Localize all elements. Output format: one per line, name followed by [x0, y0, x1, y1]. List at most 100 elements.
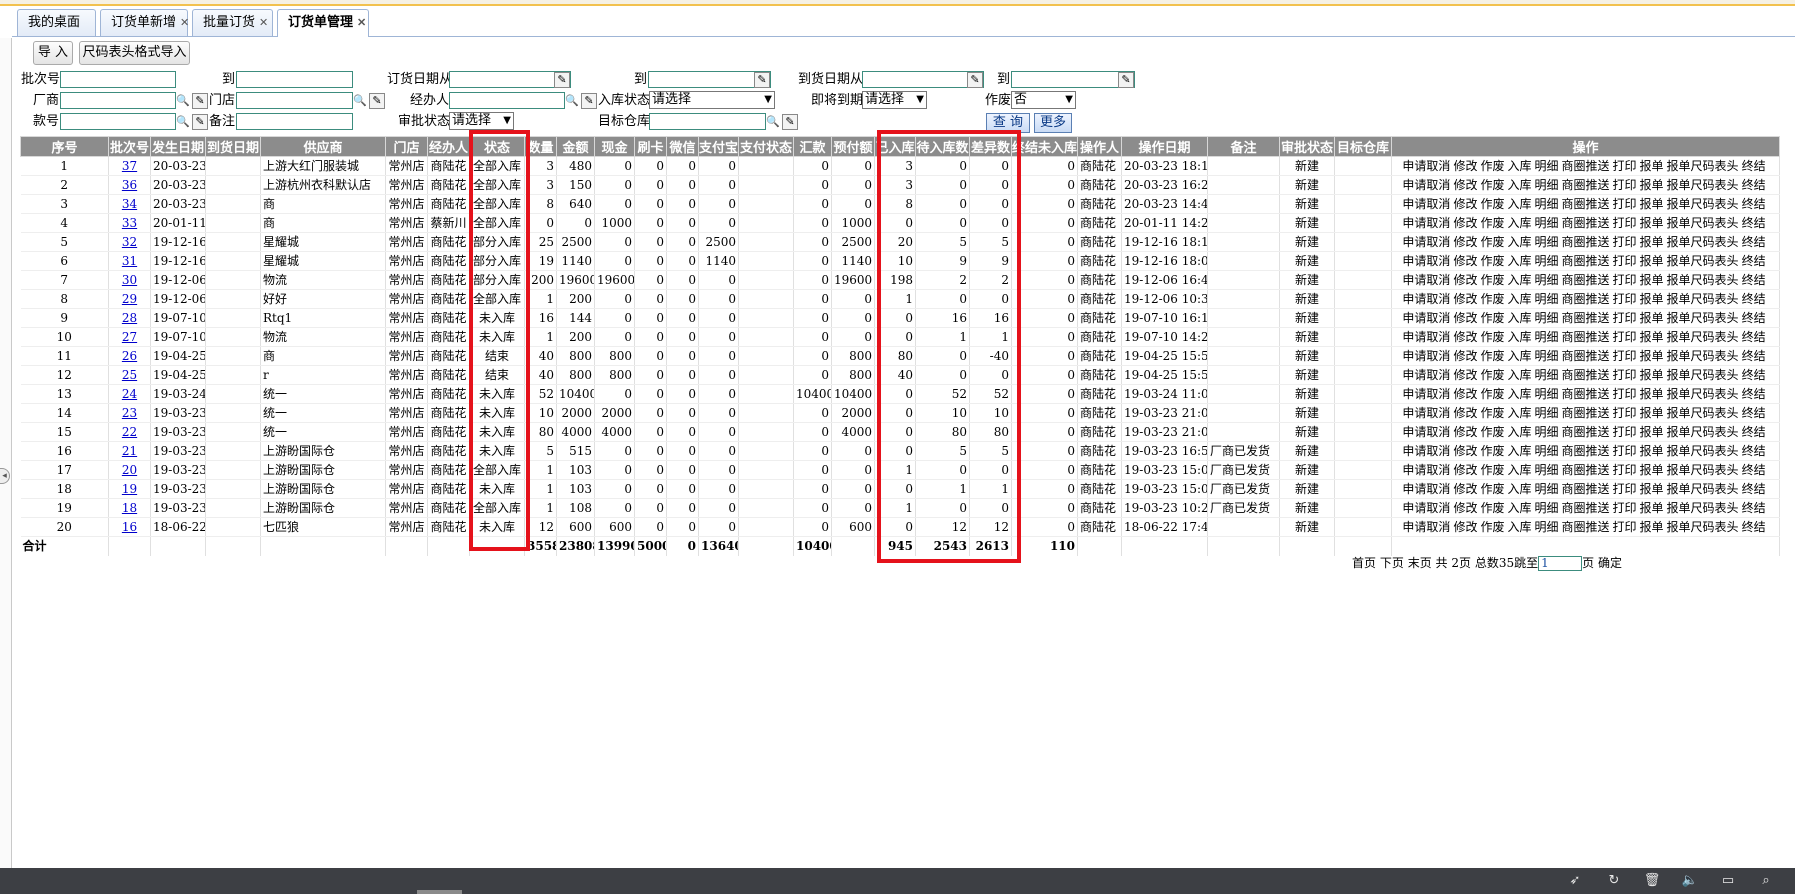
- operation-link[interactable]: 商圈推送: [1562, 330, 1610, 344]
- column-header[interactable]: 操作人: [1077, 136, 1122, 157]
- operation-link[interactable]: 报单: [1640, 387, 1664, 401]
- operation-link[interactable]: 申请取消: [1402, 216, 1450, 230]
- operation-link[interactable]: 申请取消: [1402, 311, 1450, 325]
- operation-link[interactable]: 打印: [1613, 197, 1637, 211]
- operation-link[interactable]: 商圈推送: [1562, 463, 1610, 477]
- operation-link[interactable]: 申请取消: [1402, 520, 1450, 534]
- operation-link[interactable]: 修改: [1453, 292, 1477, 306]
- operation-link[interactable]: 作废: [1480, 235, 1504, 249]
- operation-link[interactable]: 明细: [1534, 482, 1558, 496]
- approval-status-select[interactable]: 请选择 ▼: [449, 112, 514, 130]
- operation-link[interactable]: 明细: [1534, 349, 1558, 363]
- rocket-icon[interactable]: ➶: [1565, 871, 1585, 891]
- operation-link[interactable]: 作废: [1480, 368, 1504, 382]
- column-header[interactable]: 现金: [594, 136, 635, 157]
- operation-link[interactable]: 作废: [1480, 254, 1504, 268]
- operation-link[interactable]: 修改: [1453, 273, 1477, 287]
- operation-link[interactable]: 终结: [1742, 406, 1766, 420]
- operation-link[interactable]: 修改: [1453, 349, 1477, 363]
- operation-link[interactable]: 作废: [1480, 197, 1504, 211]
- operation-link[interactable]: 报单尺码表头: [1667, 444, 1739, 458]
- operation-link[interactable]: 终结: [1742, 501, 1766, 515]
- edit-pen-icon[interactable]: ✎: [967, 72, 983, 88]
- operation-link[interactable]: 报单: [1640, 254, 1664, 268]
- remark-input[interactable]: [236, 113, 353, 130]
- operation-link[interactable]: 明细: [1534, 311, 1558, 325]
- operation-link[interactable]: 入库: [1507, 159, 1531, 173]
- operation-link[interactable]: 作废: [1480, 463, 1504, 477]
- store-input[interactable]: [236, 92, 353, 109]
- operation-link[interactable]: 商圈推送: [1562, 387, 1610, 401]
- batch-no-link[interactable]: 20: [122, 463, 137, 477]
- order-date-to-input[interactable]: [648, 71, 771, 88]
- operation-link[interactable]: 报单尺码表头: [1667, 482, 1739, 496]
- operation-link[interactable]: 修改: [1453, 463, 1477, 477]
- column-header[interactable]: 供应商: [260, 136, 386, 157]
- operation-link[interactable]: 商圈推送: [1562, 520, 1610, 534]
- operation-link[interactable]: 作废: [1480, 330, 1504, 344]
- operation-link[interactable]: 终结: [1742, 292, 1766, 306]
- operation-link[interactable]: 打印: [1613, 349, 1637, 363]
- operation-link[interactable]: 报单尺码表头: [1667, 501, 1739, 515]
- operation-link[interactable]: 明细: [1534, 463, 1558, 477]
- operation-link[interactable]: 报单尺码表头: [1667, 406, 1739, 420]
- close-icon[interactable]: ✕: [180, 16, 189, 29]
- operation-link[interactable]: 入库: [1507, 482, 1531, 496]
- operation-link[interactable]: 终结: [1742, 330, 1766, 344]
- operation-link[interactable]: 报单: [1640, 273, 1664, 287]
- operation-link[interactable]: 报单尺码表头: [1667, 273, 1739, 287]
- operation-link[interactable]: 入库: [1507, 178, 1531, 192]
- target-warehouse-input[interactable]: [649, 113, 766, 130]
- operation-link[interactable]: 申请取消: [1402, 444, 1450, 458]
- operation-link[interactable]: 报单: [1640, 349, 1664, 363]
- operation-link[interactable]: 打印: [1613, 463, 1637, 477]
- edit-pen-icon[interactable]: ✎: [554, 72, 570, 88]
- last-page-link[interactable]: 末页: [1408, 556, 1432, 570]
- operation-link[interactable]: 明细: [1534, 520, 1558, 534]
- operation-link[interactable]: 商圈推送: [1562, 178, 1610, 192]
- column-header[interactable]: 微信: [666, 136, 699, 157]
- arrival-date-from-input[interactable]: [862, 71, 984, 88]
- operation-link[interactable]: 终结: [1742, 482, 1766, 496]
- first-page-link[interactable]: 首页: [1352, 556, 1376, 570]
- operation-link[interactable]: 商圈推送: [1562, 406, 1610, 420]
- edit-pen-icon[interactable]: ✎: [192, 114, 208, 130]
- operation-link[interactable]: 入库: [1507, 520, 1531, 534]
- operation-link[interactable]: 打印: [1613, 273, 1637, 287]
- collapse-arrow-icon[interactable]: ◂: [0, 468, 10, 484]
- operation-link[interactable]: 打印: [1613, 444, 1637, 458]
- operation-link[interactable]: 报单: [1640, 463, 1664, 477]
- column-header[interactable]: 经办人: [427, 136, 470, 157]
- operation-link[interactable]: 打印: [1613, 216, 1637, 230]
- batch-no-link[interactable]: 21: [122, 444, 137, 458]
- operation-link[interactable]: 作废: [1480, 425, 1504, 439]
- operation-link[interactable]: 修改: [1453, 159, 1477, 173]
- operation-link[interactable]: 终结: [1742, 235, 1766, 249]
- operation-link[interactable]: 申请取消: [1402, 159, 1450, 173]
- operation-link[interactable]: 入库: [1507, 311, 1531, 325]
- operation-link[interactable]: 报单: [1640, 292, 1664, 306]
- search-icon[interactable]: ⌕: [1756, 871, 1776, 891]
- operation-link[interactable]: 打印: [1613, 292, 1637, 306]
- operation-link[interactable]: 商圈推送: [1562, 482, 1610, 496]
- operation-link[interactable]: 明细: [1534, 159, 1558, 173]
- operation-link[interactable]: 申请取消: [1402, 273, 1450, 287]
- operation-link[interactable]: 报单尺码表头: [1667, 178, 1739, 192]
- operation-link[interactable]: 报单: [1640, 482, 1664, 496]
- edit-pen-icon[interactable]: ✎: [192, 93, 208, 109]
- operation-link[interactable]: 终结: [1742, 520, 1766, 534]
- operation-link[interactable]: 报单: [1640, 330, 1664, 344]
- operation-link[interactable]: 终结: [1742, 254, 1766, 268]
- trash-icon[interactable]: 🗑: [1642, 871, 1662, 891]
- operation-link[interactable]: 商圈推送: [1562, 273, 1610, 287]
- operation-link[interactable]: 明细: [1534, 501, 1558, 515]
- batch-no-link[interactable]: 33: [122, 216, 137, 230]
- voided-select[interactable]: 否 ▼: [1011, 91, 1076, 109]
- column-header[interactable]: 到货日期: [205, 136, 261, 157]
- page-number-input[interactable]: 1: [1538, 556, 1583, 571]
- operation-link[interactable]: 打印: [1613, 501, 1637, 515]
- operation-link[interactable]: 报单尺码表头: [1667, 368, 1739, 382]
- operation-link[interactable]: 入库: [1507, 292, 1531, 306]
- operation-link[interactable]: 作废: [1480, 292, 1504, 306]
- operation-link[interactable]: 入库: [1507, 368, 1531, 382]
